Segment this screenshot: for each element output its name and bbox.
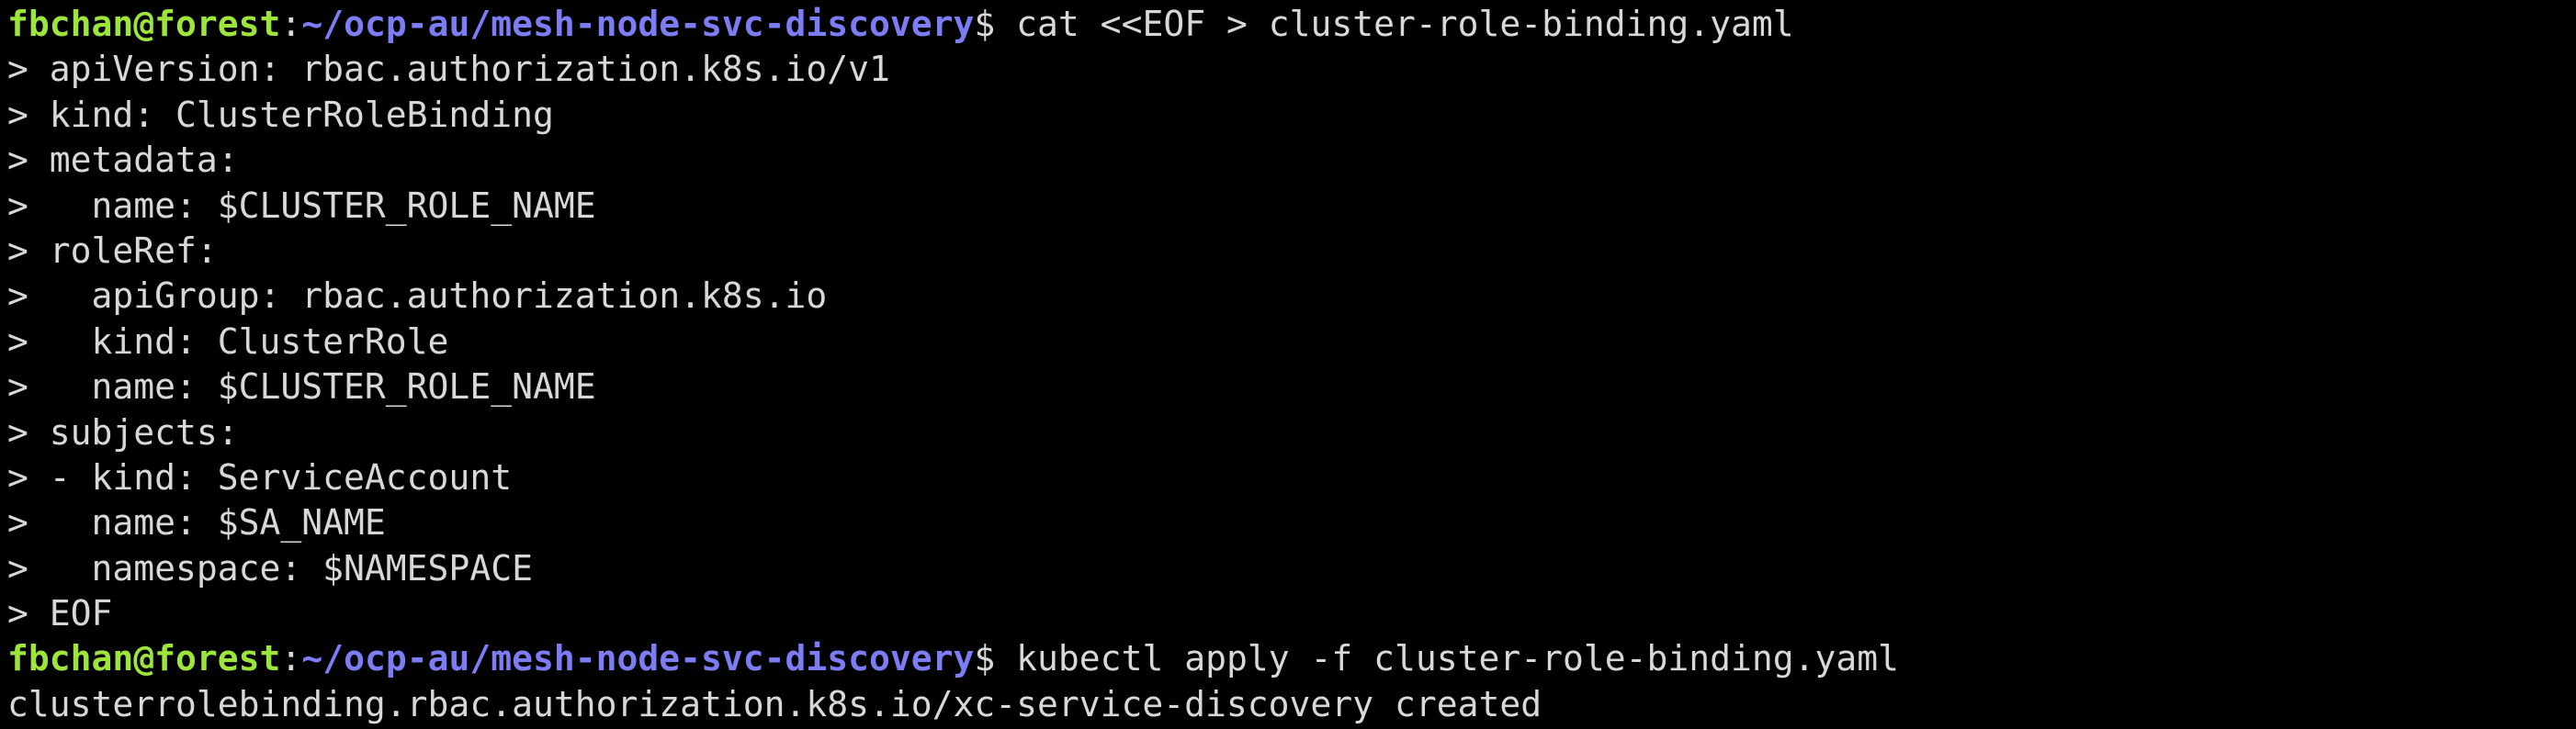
- prompt-symbol: $: [974, 638, 996, 679]
- prompt-separator: :: [280, 4, 302, 44]
- prompt-line-1: fbchan@forest:~/ocp-au/mesh-node-svc-dis…: [7, 2, 2576, 47]
- prompt-path: ~/ocp-au/mesh-node-svc-discovery: [301, 638, 975, 679]
- heredoc-line: > - kind: ServiceAccount: [7, 456, 513, 498]
- heredoc-line: > name: $CLUSTER_ROLE_NAME: [7, 185, 596, 226]
- command-output-line: clusterrolebinding.rbac.authorization.k8…: [7, 683, 1542, 724]
- prompt-user-host: fbchan@forest: [7, 4, 281, 44]
- prompt-symbol: $: [974, 4, 996, 44]
- heredoc-line: > apiVersion: rbac.authorization.k8s.io/…: [7, 49, 890, 90]
- heredoc-line: > EOF: [7, 593, 113, 634]
- heredoc-line: > metadata:: [7, 140, 239, 181]
- heredoc-line: > subjects:: [7, 411, 239, 453]
- prompt-separator: :: [280, 638, 302, 679]
- command-text: kubectl apply -f cluster-role-binding.ya…: [995, 638, 1900, 679]
- prompt-line-2: fbchan@forest:~/ocp-au/mesh-node-svc-dis…: [7, 636, 2576, 681]
- heredoc-line: > name: $SA_NAME: [7, 502, 386, 544]
- terminal-window[interactable]: fbchan@forest:~/ocp-au/mesh-node-svc-dis…: [0, 0, 2576, 729]
- heredoc-line: > roleRef:: [7, 230, 218, 271]
- command-text: cat <<EOF > cluster-role-binding.yaml: [995, 4, 1794, 44]
- heredoc-line: > kind: ClusterRole: [7, 320, 449, 362]
- heredoc-line: > kind: ClusterRoleBinding: [7, 94, 554, 135]
- prompt-user-host: fbchan@forest: [7, 638, 281, 679]
- heredoc-line: > apiGroup: rbac.authorization.k8s.io: [7, 275, 828, 317]
- prompt-path: ~/ocp-au/mesh-node-svc-discovery: [301, 4, 975, 44]
- heredoc-line: > namespace: $NAMESPACE: [7, 547, 533, 589]
- heredoc-line: > name: $CLUSTER_ROLE_NAME: [7, 366, 596, 408]
